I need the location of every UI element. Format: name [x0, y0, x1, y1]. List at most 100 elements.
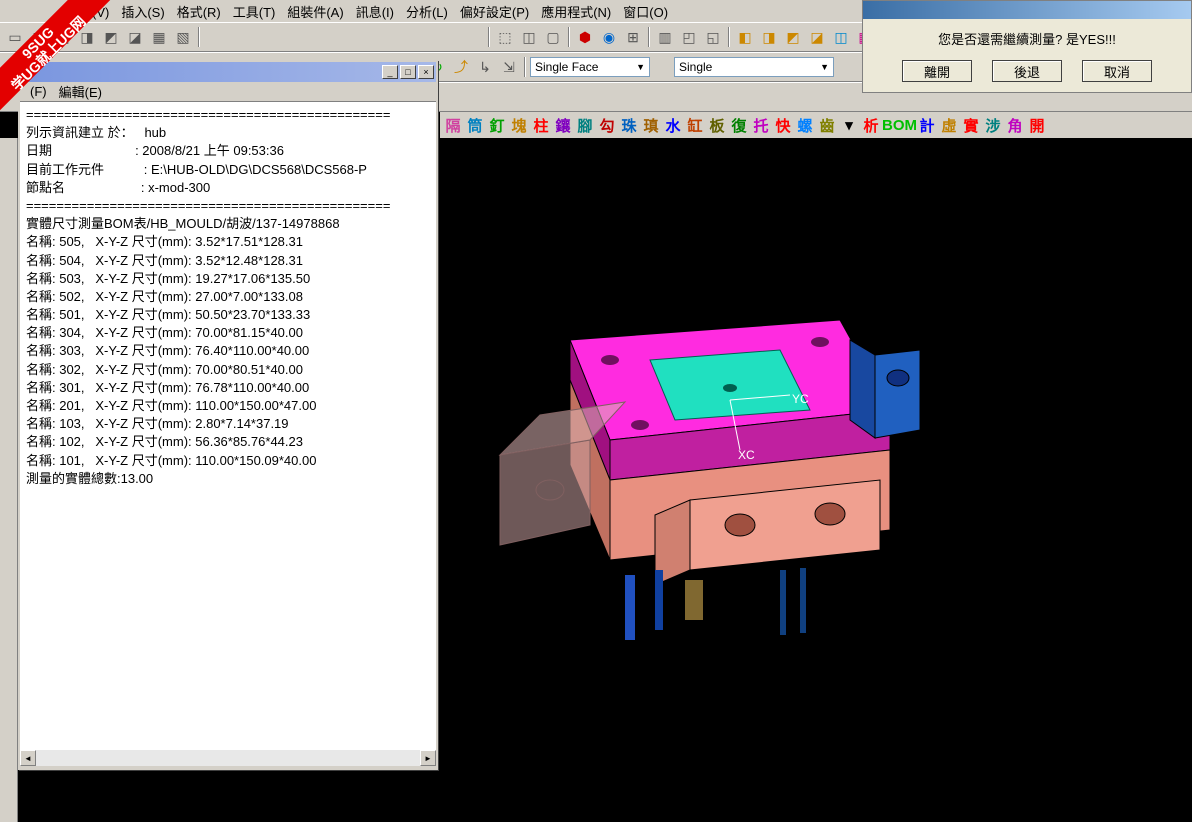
tool-char[interactable]: 柱	[530, 115, 552, 136]
bom-row: 名稱: 505, X-Y-Z 尺寸(mm): 3.52*17.51*128.31	[26, 233, 430, 251]
tb-cube-icon[interactable]: ◫	[830, 26, 852, 48]
bom-row: 名稱: 504, X-Y-Z 尺寸(mm): 3.52*12.48*128.31	[26, 252, 430, 270]
back-button[interactable]: 後退	[992, 60, 1062, 82]
tb-icon[interactable]: ⊞	[622, 26, 644, 48]
info-line: 目前工作元件 : E:\HUB-OLD\DG\DCS568\DCS568-P	[26, 161, 430, 179]
tb-icon[interactable]: ▦	[148, 26, 170, 48]
tb-icon[interactable]: ▧	[172, 26, 194, 48]
tb-icon[interactable]: ◱	[702, 26, 724, 48]
maximize-button[interactable]: □	[400, 65, 416, 79]
bom-row: 名稱: 301, X-Y-Z 尺寸(mm): 76.78*110.00*40.0…	[26, 379, 430, 397]
tb-cube-icon[interactable]: ◩	[782, 26, 804, 48]
h-scrollbar[interactable]: ◄ ►	[20, 750, 436, 766]
tool-char[interactable]: 釘	[486, 115, 508, 136]
left-toolstrip	[0, 138, 18, 822]
menu-view[interactable]: 視圖(V)	[60, 0, 115, 23]
menu-prefs[interactable]: 偏好設定(P)	[454, 0, 535, 23]
info-titlebar[interactable]: _ □ ×	[20, 62, 436, 82]
tool-char[interactable]: 托	[750, 115, 772, 136]
tb-icon[interactable]: ⬚	[494, 26, 516, 48]
tool-char[interactable]: 筒	[464, 115, 486, 136]
info-footer: 測量的實體總數:13.00	[26, 470, 430, 488]
tb-icon[interactable]: ▢	[542, 26, 564, 48]
menu-window[interactable]: 窗口(O)	[617, 0, 674, 23]
tool-char[interactable]: 齒	[816, 115, 838, 136]
info-content[interactable]: ========================================…	[20, 102, 436, 750]
tool-char[interactable]: 快	[772, 115, 794, 136]
tb-icon[interactable]: ◩	[100, 26, 122, 48]
tool-char[interactable]: 開	[1026, 115, 1048, 136]
axis-y-label: YC	[792, 392, 809, 406]
bom-row: 名稱: 101, X-Y-Z 尺寸(mm): 110.00*150.09*40.…	[26, 452, 430, 470]
scroll-right-button[interactable]: ►	[420, 750, 436, 766]
tool-char[interactable]: 勾	[596, 115, 618, 136]
tool-char[interactable]: 珠	[618, 115, 640, 136]
3d-model: YC XC	[480, 300, 920, 650]
bom-row: 名稱: 501, X-Y-Z 尺寸(mm): 50.50*23.70*133.3…	[26, 306, 430, 324]
info-menu-edit[interactable]: 編輯(E)	[53, 82, 108, 101]
tb-icon[interactable]: ▥	[654, 26, 676, 48]
confirm-dialog: 您是否還需繼續測量? 是YES!!! 離開 後退 取消	[862, 0, 1192, 93]
bom-row: 名稱: 102, X-Y-Z 尺寸(mm): 56.36*85.76*44.23	[26, 433, 430, 451]
tb-cube-icon[interactable]: ◨	[758, 26, 780, 48]
bom-row: 名稱: 302, X-Y-Z 尺寸(mm): 70.00*80.51*40.00	[26, 361, 430, 379]
bom-row: 名稱: 502, X-Y-Z 尺寸(mm): 27.00*7.00*133.08	[26, 288, 430, 306]
menu-analysis[interactable]: 分析(L)	[400, 0, 454, 23]
face-dropdown[interactable]: Single Face▼	[530, 57, 650, 77]
tool-char[interactable]: 塊	[508, 115, 530, 136]
tool-char[interactable]: 計	[916, 115, 938, 136]
tool-char[interactable]: 瑱	[640, 115, 662, 136]
menu-tools[interactable]: 工具(T)	[227, 0, 282, 23]
tb-icon[interactable]: ◉	[598, 26, 620, 48]
tool-char[interactable]: 螺	[794, 115, 816, 136]
menu-info[interactable]: 訊息(I)	[350, 0, 400, 23]
info-line: 實體尺寸測量BOM表/HB_MOULD/胡波/137-14978868	[26, 215, 430, 233]
tb-icon[interactable]: ◧	[52, 26, 74, 48]
tb-arrow-icon[interactable]: ⤴	[450, 56, 472, 78]
tool-char[interactable]: 隔	[442, 115, 464, 136]
info-window: _ □ × (F) 編輯(E) ========================…	[18, 60, 438, 770]
tool-char[interactable]: 鑲	[552, 115, 574, 136]
info-line: 日期 : 2008/8/21 上午 09:53:36	[26, 142, 430, 160]
info-line: 列示資訊建立 於： hub	[26, 124, 430, 142]
minimize-button[interactable]: _	[382, 65, 398, 79]
tb-icon[interactable]: ▣	[28, 26, 50, 48]
tool-char[interactable]: 涉	[982, 115, 1004, 136]
tb-cube-icon[interactable]: ◪	[806, 26, 828, 48]
tool-char[interactable]: 缸	[684, 115, 706, 136]
cancel-button[interactable]: 取消	[1082, 60, 1152, 82]
info-menu-file[interactable]: (F)	[24, 84, 53, 99]
scroll-track[interactable]	[36, 750, 420, 766]
tb-icon[interactable]: ◰	[678, 26, 700, 48]
tool-char[interactable]: BOM	[882, 117, 916, 134]
tb-icon[interactable]: ◪	[124, 26, 146, 48]
leave-button[interactable]: 離開	[902, 60, 972, 82]
tb-icon[interactable]: ◫	[518, 26, 540, 48]
menu-app[interactable]: 應用程式(N)	[535, 0, 617, 23]
tool-char[interactable]: 復	[728, 115, 750, 136]
tb-icon[interactable]: ◨	[76, 26, 98, 48]
single-dropdown[interactable]: Single▼	[674, 57, 834, 77]
menu-insert[interactable]: 插入(S)	[115, 0, 170, 23]
tb-arrow-icon[interactable]: ↳	[474, 56, 496, 78]
scroll-left-button[interactable]: ◄	[20, 750, 36, 766]
tb-icon[interactable]: ▭	[4, 26, 26, 48]
tool-char[interactable]: 析	[860, 115, 882, 136]
tool-char[interactable]: 角	[1004, 115, 1026, 136]
tool-char[interactable]: 虛	[938, 115, 960, 136]
tool-char[interactable]: 腳	[574, 115, 596, 136]
tb-arrow-icon[interactable]: ⇲	[498, 56, 520, 78]
tb-icon[interactable]: ⬢	[574, 26, 596, 48]
tool-char[interactable]: 水	[662, 115, 684, 136]
tool-char[interactable]: ▾	[838, 116, 860, 134]
tool-char[interactable]: 實	[960, 115, 982, 136]
bom-row: 名稱: 503, X-Y-Z 尺寸(mm): 19.27*17.06*135.5…	[26, 270, 430, 288]
tool-char[interactable]: 板	[706, 115, 728, 136]
tb-cube-icon[interactable]: ◧	[734, 26, 756, 48]
menu-assembly[interactable]: 組裝件(A)	[281, 0, 349, 23]
dialog-titlebar[interactable]	[863, 1, 1191, 19]
menu-format[interactable]: 格式(R)	[171, 0, 227, 23]
close-button[interactable]: ×	[418, 65, 434, 79]
info-line: 節點名 : x-mod-300	[26, 179, 430, 197]
bom-row: 名稱: 201, X-Y-Z 尺寸(mm): 110.00*150.00*47.…	[26, 397, 430, 415]
